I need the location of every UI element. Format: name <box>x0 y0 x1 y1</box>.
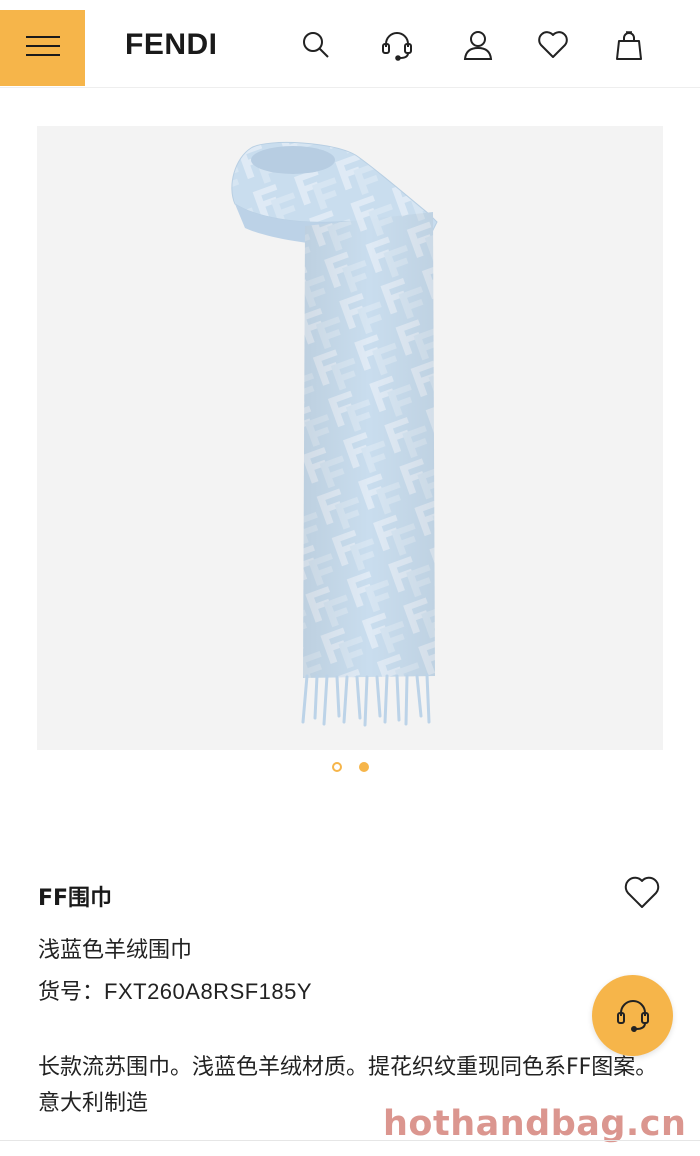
product-subtitle: 浅蓝色羊绒围巾 <box>38 938 193 963</box>
watermark: hothandbag.cn <box>383 1104 687 1144</box>
menu-icon <box>25 35 60 61</box>
heart-icon <box>623 876 661 914</box>
pagination-dot-1[interactable] <box>331 762 342 772</box>
headset-icon <box>613 994 653 1038</box>
brand-logo[interactable]: FENDI <box>125 28 218 62</box>
product-image <box>231 141 438 727</box>
product-sku: 货号：FXT260A8RSF185Y <box>38 974 312 1006</box>
search-icon <box>301 30 331 64</box>
sku-label: 货号： <box>38 980 105 1005</box>
search-button[interactable] <box>299 30 333 64</box>
shopping-bag-icon <box>614 29 644 65</box>
product-title: FF围巾 <box>38 886 113 911</box>
cart-button[interactable] <box>612 30 646 64</box>
account-button[interactable] <box>461 30 495 64</box>
add-to-wishlist-button[interactable] <box>622 875 662 915</box>
product-image-gallery[interactable] <box>37 126 663 750</box>
user-icon <box>462 29 494 65</box>
pagination-dot-2[interactable] <box>358 762 369 772</box>
customer-service-button[interactable] <box>380 30 414 64</box>
menu-button[interactable] <box>0 10 85 86</box>
heart-icon <box>537 30 569 64</box>
top-header: FENDI <box>0 0 700 88</box>
headset-icon <box>380 28 414 66</box>
wishlist-button[interactable] <box>536 30 570 64</box>
sku-value: FXT260A8RSF185Y <box>104 979 313 1004</box>
bottom-divider <box>0 1140 700 1141</box>
floating-support-button[interactable] <box>592 975 673 1056</box>
gallery-pagination <box>0 762 700 774</box>
